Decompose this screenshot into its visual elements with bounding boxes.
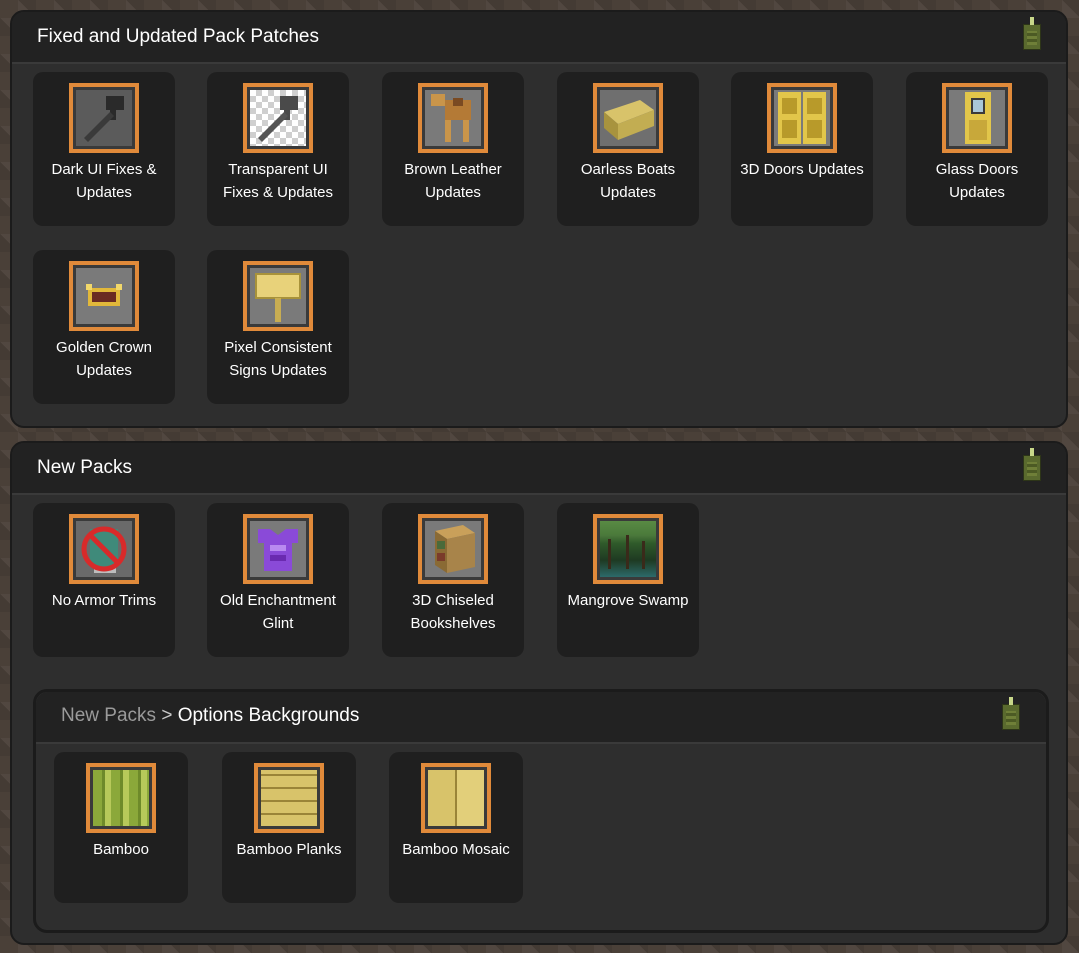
- transparent-hammer-icon: [243, 83, 313, 153]
- breadcrumb-current: Options Backgrounds: [177, 705, 360, 726]
- section-title: Fixed and Updated Pack Patches: [37, 26, 320, 47]
- tile-label: Transparent UI Fixes & Updates: [222, 161, 334, 201]
- breadcrumb-separator: >: [161, 705, 173, 726]
- tile-label: Bamboo: [93, 841, 149, 858]
- tile-label: Oarless Boats Updates: [580, 161, 676, 201]
- enchanted-chestplate-icon: [243, 514, 313, 584]
- tile-label: Bamboo Planks: [236, 841, 342, 858]
- double-door-icon: [767, 83, 837, 153]
- pack-tile[interactable]: Bamboo Mosaic: [389, 752, 523, 903]
- boat-icon: [593, 83, 663, 153]
- section-new-packs: New Packs No Armor Trims Old Enchantment…: [10, 441, 1068, 945]
- tile-label: 3D Chiseled Bookshelves: [410, 592, 496, 632]
- tile-label: Bamboo Mosaic: [402, 841, 510, 858]
- bamboo-mosaic-icon: [421, 763, 491, 833]
- dark-hammer-icon: [69, 83, 139, 153]
- subsection-header: New Packs > Options Backgrounds: [36, 692, 1046, 744]
- pack-tile[interactable]: Transparent UI Fixes & Updates: [207, 72, 349, 226]
- pack-tile[interactable]: 3D Doors Updates: [731, 72, 873, 226]
- pack-tile[interactable]: Golden Crown Updates: [33, 250, 175, 404]
- pack-tile[interactable]: Bamboo Planks: [222, 752, 356, 903]
- tile-label: Dark UI Fixes & Updates: [51, 161, 157, 201]
- tile-label: Pixel Consistent Signs Updates: [224, 339, 332, 379]
- tile-label: Brown Leather Updates: [404, 161, 502, 201]
- subsection-options-backgrounds: New Packs > Options Backgrounds Bamboo B…: [33, 689, 1049, 933]
- pack-tile[interactable]: No Armor Trims: [33, 503, 175, 657]
- select-all-icon[interactable]: [1002, 697, 1020, 730]
- pack-tile[interactable]: Dark UI Fixes & Updates: [33, 72, 175, 226]
- swamp-icon: [593, 514, 663, 584]
- crown-icon: [69, 261, 139, 331]
- pack-tile[interactable]: Old Enchantment Glint: [207, 503, 349, 657]
- section-header: New Packs: [12, 443, 1066, 495]
- pack-tile[interactable]: Pixel Consistent Signs Updates: [207, 250, 349, 404]
- pack-tile[interactable]: Brown Leather Updates: [382, 72, 524, 226]
- section-header: Fixed and Updated Pack Patches: [12, 12, 1066, 64]
- pack-tile[interactable]: Mangrove Swamp: [557, 503, 699, 657]
- section-title: New Packs: [37, 457, 133, 478]
- section-fixed-updated: Fixed and Updated Pack Patches Dark UI F…: [10, 10, 1068, 428]
- bookshelf-icon: [418, 514, 488, 584]
- tile-label: Glass Doors Updates: [935, 161, 1019, 201]
- pack-tile[interactable]: Bamboo: [54, 752, 188, 903]
- glass-door-icon: [942, 83, 1012, 153]
- pack-tile[interactable]: Oarless Boats Updates: [557, 72, 699, 226]
- select-all-icon[interactable]: [1023, 17, 1041, 50]
- tile-label: Old Enchantment Glint: [220, 592, 336, 632]
- tile-label: Golden Crown Updates: [56, 339, 152, 379]
- breadcrumb: New Packs > Options Backgrounds: [61, 705, 359, 727]
- no-armor-trims-icon: [69, 514, 139, 584]
- bamboo-icon: [86, 763, 156, 833]
- pack-tile[interactable]: Glass Doors Updates: [906, 72, 1048, 226]
- tile-label: No Armor Trims: [51, 592, 157, 609]
- bamboo-planks-icon: [254, 763, 324, 833]
- sign-icon: [243, 261, 313, 331]
- select-all-icon[interactable]: [1023, 448, 1041, 481]
- tile-label: 3D Doors Updates: [740, 161, 864, 178]
- breadcrumb-parent[interactable]: New Packs: [61, 705, 156, 726]
- pack-tile[interactable]: 3D Chiseled Bookshelves: [382, 503, 524, 657]
- camel-icon: [418, 83, 488, 153]
- tile-label: Mangrove Swamp: [567, 592, 689, 609]
